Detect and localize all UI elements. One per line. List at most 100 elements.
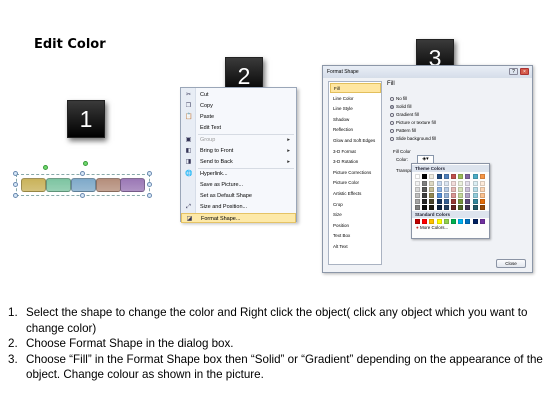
theme-shade-swatch[interactable]	[465, 193, 471, 198]
fill-option[interactable]: Slide background fill	[390, 135, 436, 142]
menu-item[interactable]: ▣ Group ▸	[181, 135, 296, 145]
theme-shade-swatch[interactable]	[429, 181, 435, 186]
theme-shade-swatch[interactable]	[443, 187, 449, 192]
radio-unselected[interactable]	[390, 136, 394, 141]
theme-shade-swatch[interactable]	[436, 199, 442, 204]
standard-color-swatch[interactable]	[443, 219, 449, 224]
theme-color-swatch[interactable]	[458, 174, 464, 179]
theme-shade-swatch[interactable]	[415, 181, 420, 186]
theme-shade-swatch[interactable]	[422, 193, 428, 198]
menu-item[interactable]: 🌐 Hyperlink...	[181, 169, 296, 179]
menu-item[interactable]: ◪ Format Shape...	[181, 212, 296, 223]
category-item[interactable]: Reflection	[330, 125, 381, 135]
category-item[interactable]: Artistic Effects	[330, 189, 381, 199]
menu-item[interactable]: ⤢ Size and Position...	[181, 202, 296, 212]
close-button[interactable]: Close	[496, 259, 526, 268]
fill-option[interactable]: No fill	[390, 95, 407, 102]
help-icon[interactable]: ?	[509, 68, 518, 75]
resize-handle[interactable]	[80, 171, 85, 176]
theme-shade-swatch[interactable]	[429, 199, 435, 204]
theme-shade-swatch[interactable]	[479, 187, 485, 192]
category-item[interactable]: Line Style	[330, 104, 381, 114]
resize-handle[interactable]	[147, 193, 152, 198]
theme-color-swatch[interactable]	[479, 174, 485, 179]
theme-shade-swatch[interactable]	[451, 181, 456, 186]
fill-option[interactable]: Gradient fill	[390, 111, 419, 118]
category-item[interactable]: Glow and Soft Edges	[330, 136, 381, 146]
resize-handle[interactable]	[13, 193, 18, 198]
theme-shade-swatch[interactable]	[436, 205, 442, 210]
fill-option[interactable]: Pattern fill	[390, 127, 416, 134]
theme-color-swatch[interactable]	[465, 174, 471, 179]
theme-shade-swatch[interactable]	[451, 205, 456, 210]
theme-shade-swatch[interactable]	[465, 181, 471, 186]
radio-unselected[interactable]	[390, 96, 394, 101]
theme-shade-swatch[interactable]	[472, 205, 478, 210]
theme-shade-swatch[interactable]	[443, 181, 449, 186]
fill-option[interactable]: Solid fill	[390, 103, 412, 110]
category-item[interactable]: Position	[330, 221, 381, 231]
category-item[interactable]: 3-D Format	[330, 147, 381, 157]
menu-item[interactable]: 📋 Paste	[181, 112, 296, 122]
resize-handle[interactable]	[80, 193, 85, 198]
theme-shade-swatch[interactable]	[451, 193, 456, 198]
standard-color-swatch[interactable]	[429, 219, 435, 224]
theme-color-swatch[interactable]	[422, 174, 428, 179]
theme-shade-swatch[interactable]	[465, 187, 471, 192]
radio-unselected[interactable]	[390, 120, 394, 125]
category-item[interactable]: Picture Corrections	[330, 168, 381, 178]
theme-shade-swatch[interactable]	[422, 181, 428, 186]
category-item[interactable]: Fill	[330, 83, 381, 93]
standard-color-swatch[interactable]	[422, 219, 428, 224]
theme-shade-swatch[interactable]	[472, 193, 478, 198]
theme-shade-swatch[interactable]	[443, 193, 449, 198]
standard-color-swatch[interactable]	[436, 219, 442, 224]
standard-color-swatch[interactable]	[415, 219, 420, 224]
theme-shade-swatch[interactable]	[436, 181, 442, 186]
theme-shade-swatch[interactable]	[422, 205, 428, 210]
menu-item[interactable]: ◨ Send to Back ▸	[181, 157, 296, 167]
shape-segment[interactable]	[96, 178, 121, 192]
menu-item[interactable]: ◧ Bring to Front ▸	[181, 146, 296, 156]
theme-shade-swatch[interactable]	[415, 187, 420, 192]
category-item[interactable]: 3-D Rotation	[330, 157, 381, 167]
theme-shade-swatch[interactable]	[472, 181, 478, 186]
theme-shade-swatch[interactable]	[458, 205, 464, 210]
theme-shade-swatch[interactable]	[465, 199, 471, 204]
rotation-handle[interactable]	[83, 161, 88, 166]
theme-shade-swatch[interactable]	[479, 193, 485, 198]
menu-item[interactable]: Edit Text	[181, 123, 296, 133]
theme-shade-swatch[interactable]	[436, 187, 442, 192]
shape-segment[interactable]	[71, 178, 96, 192]
category-item[interactable]: Picture Color	[330, 178, 381, 188]
category-item[interactable]: Crop	[330, 200, 381, 210]
selected-shape-group[interactable]	[13, 161, 152, 198]
theme-shade-swatch[interactable]	[415, 193, 420, 198]
standard-color-swatch[interactable]	[472, 219, 478, 224]
more-colors-link[interactable]: ● More Colors...	[416, 225, 448, 230]
theme-shade-swatch[interactable]	[479, 205, 485, 210]
fill-option[interactable]: Picture or texture fill	[390, 119, 436, 126]
menu-item[interactable]: Save as Picture...	[181, 180, 296, 190]
resize-handle[interactable]	[13, 182, 18, 187]
theme-shade-swatch[interactable]	[443, 205, 449, 210]
theme-shade-swatch[interactable]	[422, 199, 428, 204]
theme-shade-swatch[interactable]	[465, 205, 471, 210]
theme-shade-swatch[interactable]	[472, 199, 478, 204]
theme-shade-swatch[interactable]	[429, 205, 435, 210]
theme-shade-swatch[interactable]	[415, 205, 420, 210]
theme-color-swatch[interactable]	[472, 174, 478, 179]
theme-color-swatch[interactable]	[451, 174, 456, 179]
radio-unselected[interactable]	[390, 112, 394, 117]
shape-segment[interactable]	[21, 178, 46, 192]
category-item[interactable]: Text Box	[330, 231, 381, 241]
theme-color-swatch[interactable]	[429, 174, 435, 179]
theme-shade-swatch[interactable]	[451, 199, 456, 204]
theme-shade-swatch[interactable]	[451, 187, 456, 192]
resize-handle[interactable]	[147, 171, 152, 176]
theme-shade-swatch[interactable]	[422, 187, 428, 192]
shape-segment[interactable]	[46, 178, 71, 192]
theme-shade-swatch[interactable]	[472, 187, 478, 192]
theme-shade-swatch[interactable]	[436, 193, 442, 198]
standard-color-swatch[interactable]	[465, 219, 471, 224]
